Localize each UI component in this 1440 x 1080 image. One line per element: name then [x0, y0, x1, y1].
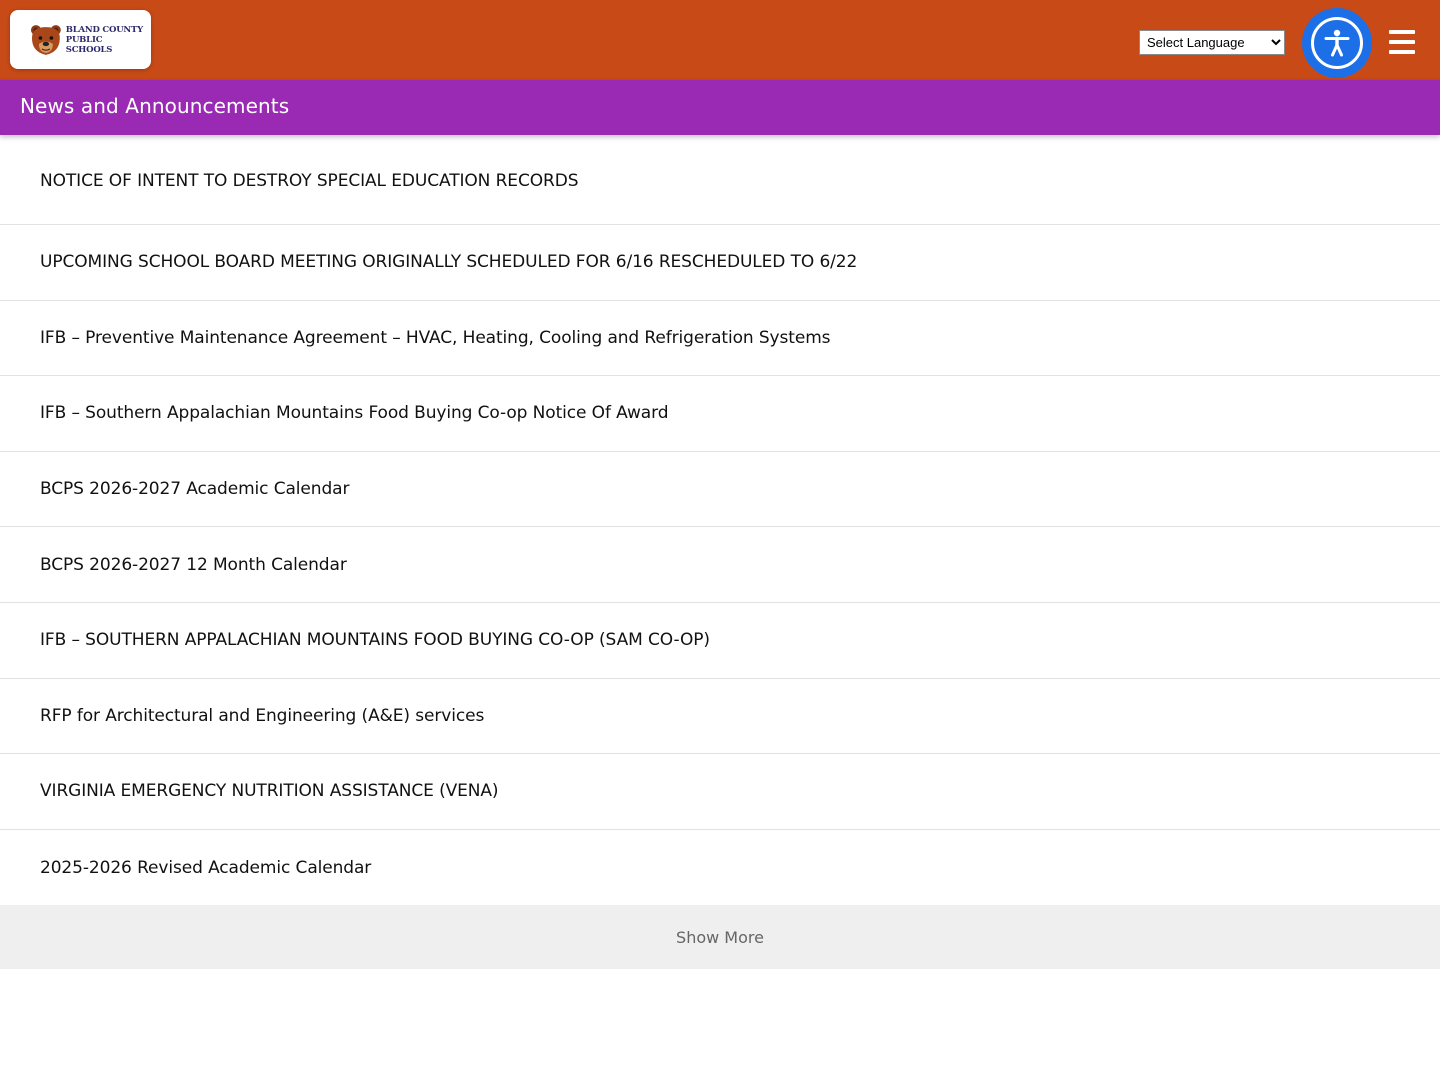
school-logo[interactable]: BLAND COUNTY PUBLIC SCHOOLS: [10, 10, 151, 69]
news-item-title[interactable]: BCPS 2026-2027 12 Month Calendar: [40, 555, 347, 575]
news-item[interactable]: IFB – SOUTHERN APPALACHIAN MOUNTAINS FOO…: [0, 603, 1440, 679]
news-item-title[interactable]: 2025-2026 Revised Academic Calendar: [40, 858, 371, 878]
section-title: News and Announcements: [20, 94, 290, 118]
news-item-title[interactable]: IFB – Preventive Maintenance Agreement –…: [40, 328, 831, 348]
language-select[interactable]: Select Language: [1139, 30, 1285, 55]
logo-line-1: BLAND COUNTY: [65, 24, 143, 35]
news-item[interactable]: UPCOMING SCHOOL BOARD MEETING ORIGINALLY…: [0, 225, 1440, 301]
news-item[interactable]: IFB – Southern Appalachian Mountains Foo…: [0, 376, 1440, 452]
news-section-header: News and Announcements: [0, 80, 1440, 135]
news-item[interactable]: RFP for Architectural and Engineering (A…: [0, 679, 1440, 755]
news-item-title[interactable]: IFB – Southern Appalachian Mountains Foo…: [40, 403, 668, 423]
news-list: NOTICE OF INTENT TO DESTROY SPECIAL EDUC…: [0, 135, 1440, 905]
show-more-button[interactable]: Show More: [0, 905, 1440, 969]
news-item-title[interactable]: IFB – SOUTHERN APPALACHIAN MOUNTAINS FOO…: [40, 630, 710, 650]
site-header: BLAND COUNTY PUBLIC SCHOOLS Select Langu…: [0, 0, 1440, 80]
accessibility-person-icon: [1324, 29, 1350, 57]
news-item-title[interactable]: RFP for Architectural and Engineering (A…: [40, 706, 484, 726]
menu-bar: [1389, 50, 1415, 54]
news-item[interactable]: IFB – Preventive Maintenance Agreement –…: [0, 301, 1440, 377]
news-item[interactable]: NOTICE OF INTENT TO DESTROY SPECIAL EDUC…: [0, 135, 1440, 225]
logo-wordmark: BLAND COUNTY PUBLIC SCHOOLS: [66, 25, 151, 55]
menu-bar: [1389, 30, 1415, 34]
news-item[interactable]: BCPS 2026-2027 Academic Calendar: [0, 452, 1440, 528]
news-item-title[interactable]: BCPS 2026-2027 Academic Calendar: [40, 479, 349, 499]
news-item-title[interactable]: NOTICE OF INTENT TO DESTROY SPECIAL EDUC…: [40, 171, 578, 191]
news-item[interactable]: 2025-2026 Revised Academic Calendar: [0, 830, 1440, 906]
news-item[interactable]: VIRGINIA EMERGENCY NUTRITION ASSISTANCE …: [0, 754, 1440, 830]
news-item-title[interactable]: UPCOMING SCHOOL BOARD MEETING ORIGINALLY…: [40, 252, 857, 272]
bear-mascot-icon: [30, 24, 61, 55]
accessibility-ring: [1311, 17, 1363, 69]
news-item-title[interactable]: VIRGINIA EMERGENCY NUTRITION ASSISTANCE …: [40, 781, 499, 801]
news-item[interactable]: BCPS 2026-2027 12 Month Calendar: [0, 527, 1440, 603]
accessibility-button[interactable]: [1302, 8, 1372, 78]
menu-bar: [1389, 40, 1415, 44]
logo-line-2: PUBLIC SCHOOLS: [65, 34, 113, 55]
hamburger-menu-icon[interactable]: [1389, 30, 1415, 54]
